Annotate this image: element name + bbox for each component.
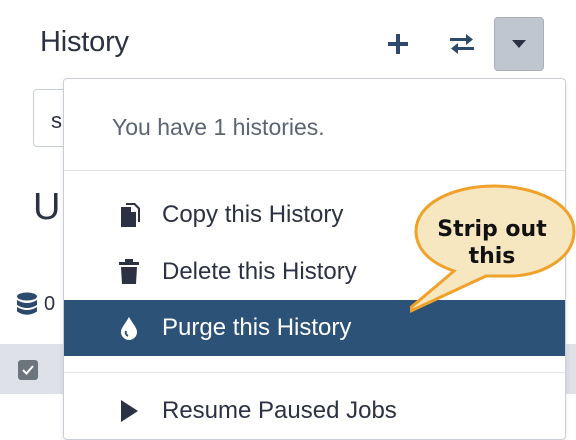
create-new-history-button[interactable] <box>374 17 422 71</box>
copy-icon <box>116 202 142 228</box>
caret-down-icon <box>512 40 526 48</box>
resume-paused-jobs-label: Resume Paused Jobs <box>162 397 397 424</box>
exchange-icon <box>450 34 474 54</box>
check-icon <box>22 365 34 375</box>
plus-icon <box>388 34 408 54</box>
callout-text: Strip out this <box>410 216 574 270</box>
database-icon <box>17 292 37 315</box>
select-all-checkbox[interactable] <box>18 360 38 380</box>
delete-history-label: Delete this History <box>162 258 357 285</box>
dropdown-divider <box>64 170 565 171</box>
callout-text-line-2: this <box>468 244 516 269</box>
history-size: 0 <box>16 292 55 316</box>
callout-text-line-1: Strip out <box>437 217 547 242</box>
history-options-button[interactable] <box>494 17 544 71</box>
switch-history-button[interactable] <box>438 17 486 71</box>
dropdown-header: You have 1 histories. <box>112 114 325 140</box>
resume-paused-jobs-menu-item[interactable]: Resume Paused Jobs <box>64 383 565 439</box>
copy-history-label: Copy this History <box>162 201 344 228</box>
purge-history-label: Purge this History <box>162 314 352 341</box>
play-icon <box>116 399 142 423</box>
trash-icon <box>116 259 142 285</box>
dropdown-divider <box>64 372 565 373</box>
history-size-value: 0 <box>44 292 56 315</box>
droplet-icon <box>116 316 142 340</box>
history-name[interactable]: U <box>33 186 60 229</box>
history-panel-title: History <box>40 26 129 58</box>
